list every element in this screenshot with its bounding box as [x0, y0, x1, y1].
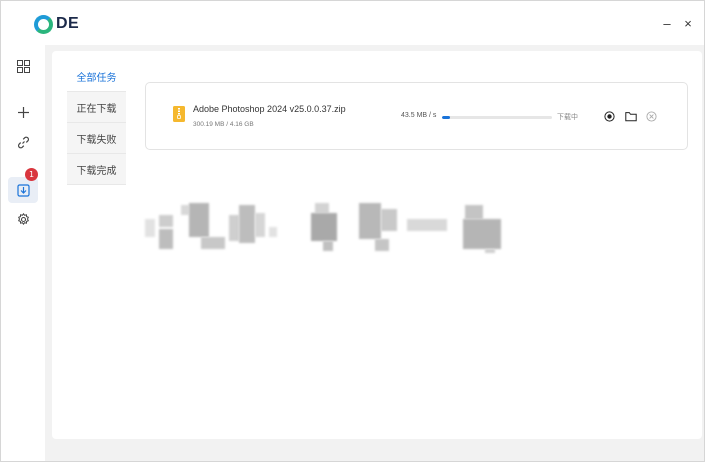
zip-file-icon — [173, 106, 185, 122]
sidebar-item-downloads[interactable]: 1 — [8, 168, 38, 203]
sidebar-item-apps[interactable] — [8, 53, 38, 79]
main-content: 全部任务 正在下载 下载失败 下载完成 Adobe Photoshop 2024… — [52, 51, 702, 439]
tab-all-tasks[interactable]: 全部任务 — [67, 61, 126, 92]
minimize-button[interactable]: – — [659, 15, 675, 31]
download-count-badge: 1 — [25, 168, 38, 181]
close-button[interactable]: × — [680, 15, 696, 31]
open-folder-button[interactable] — [624, 110, 637, 123]
link-icon — [17, 136, 29, 148]
progress-fill — [442, 116, 450, 119]
app-window: DE – × 1 全部任务 正在下载 下载失败 下载完成 Adobe Photo… — [0, 0, 705, 462]
title-bar: DE – × — [1, 1, 704, 45]
cancel-button[interactable] — [645, 110, 658, 123]
file-size: 300.19 MB / 4.16 GB — [193, 121, 254, 128]
download-status: 下载中 — [557, 114, 578, 121]
cancel-icon — [646, 111, 657, 122]
tab-downloading[interactable]: 正在下载 — [67, 92, 126, 123]
pixelated-watermark — [145, 201, 565, 261]
plus-icon — [17, 106, 29, 118]
pause-button[interactable] — [603, 110, 616, 123]
tab-completed[interactable]: 下载完成 — [67, 154, 126, 185]
logo-text: DE — [56, 15, 80, 32]
task-tabs: 全部任务 正在下载 下载失败 下载完成 — [67, 61, 126, 185]
tab-failed[interactable]: 下载失败 — [67, 123, 126, 154]
app-logo: DE — [34, 14, 79, 34]
download-icon — [16, 183, 30, 197]
sidebar-item-add[interactable] — [8, 99, 38, 125]
download-progress-bar — [442, 116, 552, 119]
sidebar-item-settings[interactable] — [8, 206, 38, 232]
gear-icon — [17, 212, 29, 225]
download-task-row[interactable]: Adobe Photoshop 2024 v25.0.0.37.zip 300.… — [145, 82, 688, 150]
grid-apps-icon — [16, 59, 30, 73]
file-name: Adobe Photoshop 2024 v25.0.0.37.zip — [193, 104, 346, 114]
download-speed: 43.5 MB / s — [401, 112, 437, 119]
pause-icon — [604, 111, 615, 122]
folder-icon — [624, 112, 637, 122]
sidebar-item-link[interactable] — [8, 129, 38, 155]
sidebar: 1 — [1, 45, 45, 461]
logo-ring-icon — [34, 14, 53, 34]
